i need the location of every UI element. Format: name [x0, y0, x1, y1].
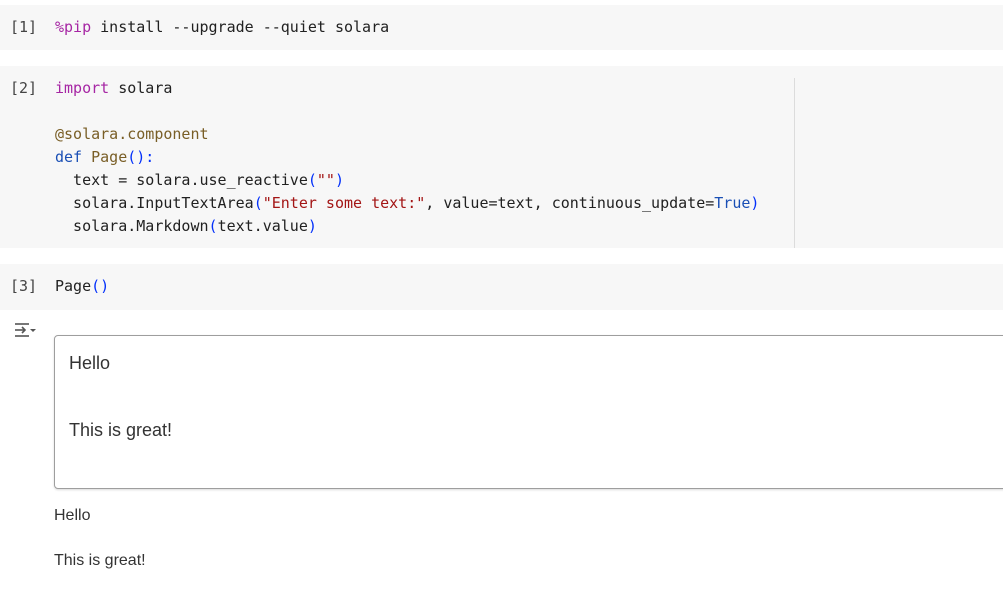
- code-token: solara.InputTextArea: [55, 194, 254, 212]
- code-line: Page(): [55, 275, 109, 298]
- code-token: ): [750, 194, 760, 212]
- code-editor[interactable]: %pip install --upgrade --quiet solara: [55, 16, 389, 39]
- output-actions-icon[interactable]: [12, 320, 38, 344]
- code-token: @solara.component: [55, 125, 209, 143]
- execution-count: [1]: [10, 18, 38, 36]
- code-token: def: [55, 148, 83, 166]
- code-cell-3[interactable]: [3] Page(): [0, 264, 1003, 310]
- markdown-line: This is great!: [54, 552, 146, 569]
- code-token: %pip: [55, 18, 92, 36]
- code-token: text.value: [217, 217, 308, 235]
- code-line: import solara: [55, 77, 759, 100]
- code-token: (: [307, 171, 317, 189]
- code-line: text = solara.use_reactive(""): [55, 169, 759, 192]
- code-token: install --upgrade --quiet solara: [91, 18, 390, 36]
- code-editor[interactable]: import solara @solara.component def Page()…: [55, 77, 759, 238]
- code-token: True: [714, 194, 751, 212]
- markdown-line: Hello: [54, 507, 91, 524]
- execution-count: [3]: [10, 277, 38, 295]
- code-token: ): [334, 171, 344, 189]
- code-token: ():: [127, 148, 155, 166]
- code-cell-2[interactable]: [2] import solara @solara.component def Pa…: [0, 66, 1003, 248]
- code-line: solara.Markdown(text.value): [55, 215, 759, 238]
- code-token: Page: [55, 277, 92, 295]
- code-token: , value=text, continuous_update=: [425, 194, 715, 212]
- code-token: (: [253, 194, 263, 212]
- notebook: [1] %pip install --upgrade --quiet solar…: [0, 0, 1003, 609]
- code-token: solara: [109, 79, 173, 97]
- code-token: "": [316, 171, 335, 189]
- editor-ruler: [794, 78, 795, 248]
- textarea-line: Hello: [69, 353, 111, 373]
- code-token: text = solara.use_reactive: [55, 171, 308, 189]
- code-line: %pip install --upgrade --quiet solara: [55, 16, 389, 39]
- output-actions-icon-svg: [15, 323, 36, 337]
- execution-count: [2]: [10, 79, 38, 97]
- textarea-line: This is great!: [69, 420, 173, 440]
- code-token: ): [307, 217, 317, 235]
- code-token: Page: [91, 148, 128, 166]
- code-token: (): [91, 277, 110, 295]
- input-text-area[interactable]: Hello This is great!: [54, 335, 1003, 489]
- code-line: @solara.component: [55, 123, 759, 146]
- code-editor[interactable]: Page(): [55, 275, 109, 298]
- code-token: solara.Markdown: [55, 217, 209, 235]
- code-line: solara.InputTextArea("Enter some text:",…: [55, 192, 759, 215]
- code-token: import: [55, 79, 110, 97]
- code-line: def Page():: [55, 146, 759, 169]
- code-cell-1[interactable]: [1] %pip install --upgrade --quiet solar…: [0, 5, 1003, 50]
- code-token: (: [208, 217, 218, 235]
- code-token: "Enter some text:": [262, 194, 426, 212]
